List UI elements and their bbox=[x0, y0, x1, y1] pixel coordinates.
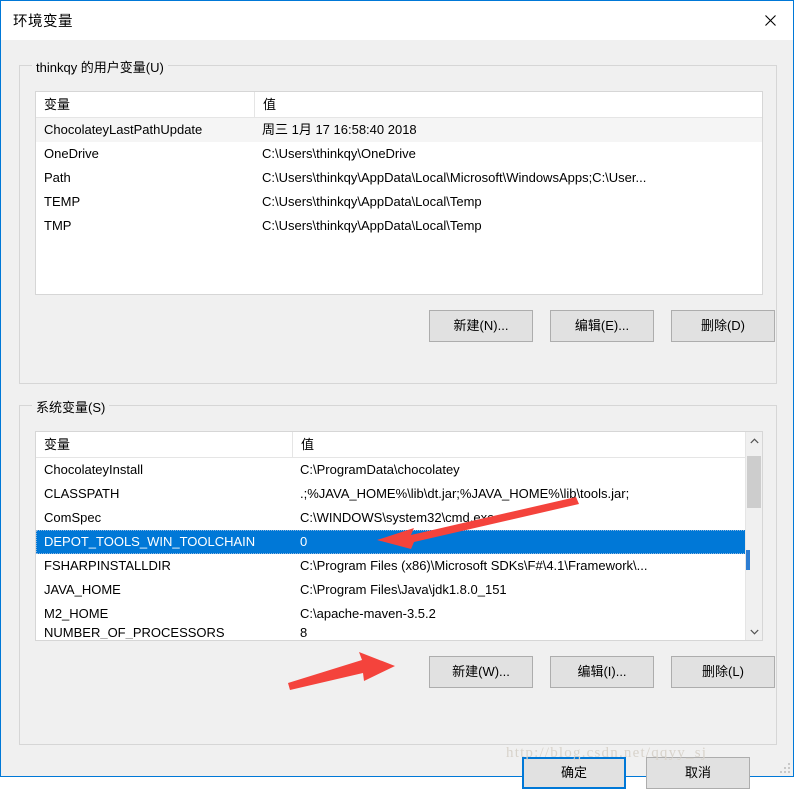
variable-value-cell: C:\ProgramData\chocolatey bbox=[300, 462, 460, 477]
system-variables-legend: 系统变量(S) bbox=[32, 397, 110, 416]
user-column-header-name[interactable]: 变量 bbox=[36, 92, 254, 118]
variable-name-cell: TEMP bbox=[44, 194, 81, 209]
variable-value-cell: C:\WINDOWS\system32\cmd.exe bbox=[300, 510, 495, 525]
environment-variables-dialog: 环境变量 thinkqy 的用户变量(U) 变量 值 ChocolateyLas… bbox=[0, 0, 794, 789]
table-row[interactable]: NUMBER_OF_PROCESSORS 8 bbox=[36, 626, 762, 639]
dialog-body: thinkqy 的用户变量(U) 变量 值 ChocolateyLastPath… bbox=[1, 40, 793, 789]
table-row[interactable]: FSHARPINSTALLDIR C:\Program Files (x86)\M… bbox=[36, 554, 762, 578]
cancel-button[interactable]: 取消 bbox=[646, 757, 750, 789]
variable-name-cell: ChocolateyLastPathUpdate bbox=[44, 122, 203, 137]
dialog-footer: 确定 取消 bbox=[19, 757, 775, 795]
variable-name-cell: M2_HOME bbox=[44, 606, 109, 621]
scrollbar-position-marker bbox=[746, 550, 750, 570]
variable-name-cell: DEPOT_TOOLS_WIN_TOOLCHAIN bbox=[44, 534, 256, 549]
variable-value-cell: C:\Users\thinkqy\OneDrive bbox=[262, 146, 416, 161]
variable-value-cell: C:\Users\thinkqy\AppData\Local\Temp bbox=[262, 194, 482, 209]
chevron-up-icon[interactable] bbox=[746, 432, 762, 449]
system-new-button[interactable]: 新建(W)... bbox=[429, 656, 533, 688]
variable-value-cell: C:\Users\thinkqy\AppData\Local\Temp bbox=[262, 218, 482, 233]
user-edit-button[interactable]: 编辑(E)... bbox=[550, 310, 654, 342]
system-variables-rows: ChocolateyInstall C:\ProgramData\chocolat… bbox=[36, 458, 762, 639]
system-variables-list[interactable]: 变量 值 ChocolateyInstall C:\ProgramData\cho… bbox=[35, 431, 763, 641]
table-row[interactable]: TEMP C:\Users\thinkqy\AppData\Local\Temp bbox=[36, 190, 762, 214]
table-row[interactable]: TMP C:\Users\thinkqy\AppData\Local\Temp bbox=[36, 214, 762, 238]
system-variables-header: 变量 值 bbox=[36, 432, 762, 458]
table-row[interactable]: DEPOT_TOOLS_WIN_TOOLCHAIN 0 bbox=[36, 530, 762, 554]
table-row[interactable]: M2_HOME C:\apache-maven-3.5.2 bbox=[36, 602, 762, 626]
system-variables-buttons: 新建(W)... 编辑(I)... 删除(L) bbox=[429, 656, 775, 688]
table-row[interactable]: JAVA_HOME C:\Program Files\Java\jdk1.8.0_… bbox=[36, 578, 762, 602]
system-column-header-value[interactable]: 值 bbox=[292, 432, 744, 458]
variable-name-cell: ChocolateyInstall bbox=[44, 462, 143, 477]
user-variables-rows: ChocolateyLastPathUpdate 周三 1月 17 16:58:4… bbox=[36, 118, 762, 238]
system-edit-button[interactable]: 编辑(I)... bbox=[550, 656, 654, 688]
variable-name-cell: ComSpec bbox=[44, 510, 102, 525]
variable-value-cell: .;%JAVA_HOME%\lib\dt.jar;%JAVA_HOME%\lib… bbox=[300, 486, 630, 501]
user-variables-buttons: 新建(N)... 编辑(E)... 删除(D) bbox=[429, 310, 775, 342]
window-title: 环境变量 bbox=[13, 14, 73, 30]
variable-name-cell: OneDrive bbox=[44, 146, 99, 161]
table-row[interactable]: Path C:\Users\thinkqy\AppData\Local\Micro… bbox=[36, 166, 762, 190]
table-row[interactable]: ChocolateyLastPathUpdate 周三 1月 17 16:58:4… bbox=[36, 118, 762, 142]
variable-name-cell: JAVA_HOME bbox=[44, 582, 121, 597]
variable-value-cell: C:\Program Files\Java\jdk1.8.0_151 bbox=[300, 582, 507, 597]
chevron-down-icon[interactable] bbox=[746, 623, 762, 640]
variable-value-cell: 0 bbox=[300, 534, 308, 549]
resize-grip[interactable] bbox=[778, 761, 790, 773]
variable-name-cell: TMP bbox=[44, 218, 72, 233]
scrollbar-thumb[interactable] bbox=[747, 456, 761, 508]
variable-value-cell: 8 bbox=[300, 626, 308, 639]
user-variables-header: 变量 值 bbox=[36, 92, 762, 118]
variable-value-cell: C:\Program Files (x86)\Microsoft SDKs\F#… bbox=[300, 558, 648, 573]
user-variables-group: thinkqy 的用户变量(U) 变量 值 ChocolateyLastPath… bbox=[19, 57, 777, 384]
system-list-scrollbar[interactable] bbox=[745, 432, 762, 640]
ok-button[interactable]: 确定 bbox=[522, 757, 626, 789]
table-row[interactable]: ChocolateyInstall C:\ProgramData\chocolat… bbox=[36, 458, 762, 482]
system-delete-button[interactable]: 删除(L) bbox=[671, 656, 775, 688]
user-column-header-value[interactable]: 值 bbox=[254, 92, 754, 118]
variable-value-cell: 周三 1月 17 16:58:40 2018 bbox=[262, 122, 417, 137]
user-new-button[interactable]: 新建(N)... bbox=[429, 310, 533, 342]
close-icon[interactable] bbox=[747, 1, 793, 39]
title-bar: 环境变量 bbox=[1, 1, 793, 40]
user-delete-button[interactable]: 删除(D) bbox=[671, 310, 775, 342]
variable-name-cell: Path bbox=[44, 170, 71, 185]
variable-name-cell: NUMBER_OF_PROCESSORS bbox=[44, 626, 225, 639]
variable-value-cell: C:\Users\thinkqy\AppData\Local\Microsoft… bbox=[262, 170, 647, 185]
variable-name-cell: FSHARPINSTALLDIR bbox=[44, 558, 171, 573]
table-row[interactable]: CLASSPATH .;%JAVA_HOME%\lib\dt.jar;%JAVA_… bbox=[36, 482, 762, 506]
user-variables-list[interactable]: 变量 值 ChocolateyLastPathUpdate 周三 1月 17 16… bbox=[35, 91, 763, 295]
system-variables-group: 系统变量(S) 变量 值 ChocolateyInstall C:\Program… bbox=[19, 397, 777, 745]
user-variables-legend: thinkqy 的用户变量(U) bbox=[32, 57, 168, 76]
table-row[interactable]: ComSpec C:\WINDOWS\system32\cmd.exe bbox=[36, 506, 762, 530]
variable-name-cell: CLASSPATH bbox=[44, 486, 120, 501]
variable-value-cell: C:\apache-maven-3.5.2 bbox=[300, 606, 436, 621]
system-column-header-name[interactable]: 变量 bbox=[36, 432, 292, 458]
table-row[interactable]: OneDrive C:\Users\thinkqy\OneDrive bbox=[36, 142, 762, 166]
